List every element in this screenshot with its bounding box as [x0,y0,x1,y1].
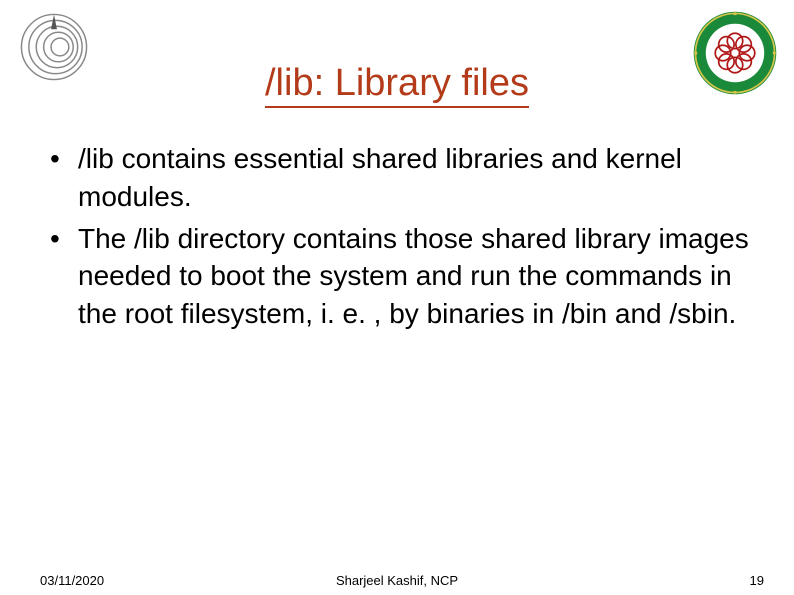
footer-author: Sharjeel Kashif, NCP [0,573,794,588]
slide: /lib: Library files /lib contains essent… [0,0,794,595]
bullet-item: The /lib directory contains those shared… [40,220,754,333]
slide-body: /lib contains essential shared libraries… [40,140,754,337]
slide-title: /lib: Library files [265,62,529,108]
bullet-item: /lib contains essential shared libraries… [40,140,754,216]
slide-title-wrap: /lib: Library files [0,62,794,108]
footer-page-number: 19 [750,573,764,588]
